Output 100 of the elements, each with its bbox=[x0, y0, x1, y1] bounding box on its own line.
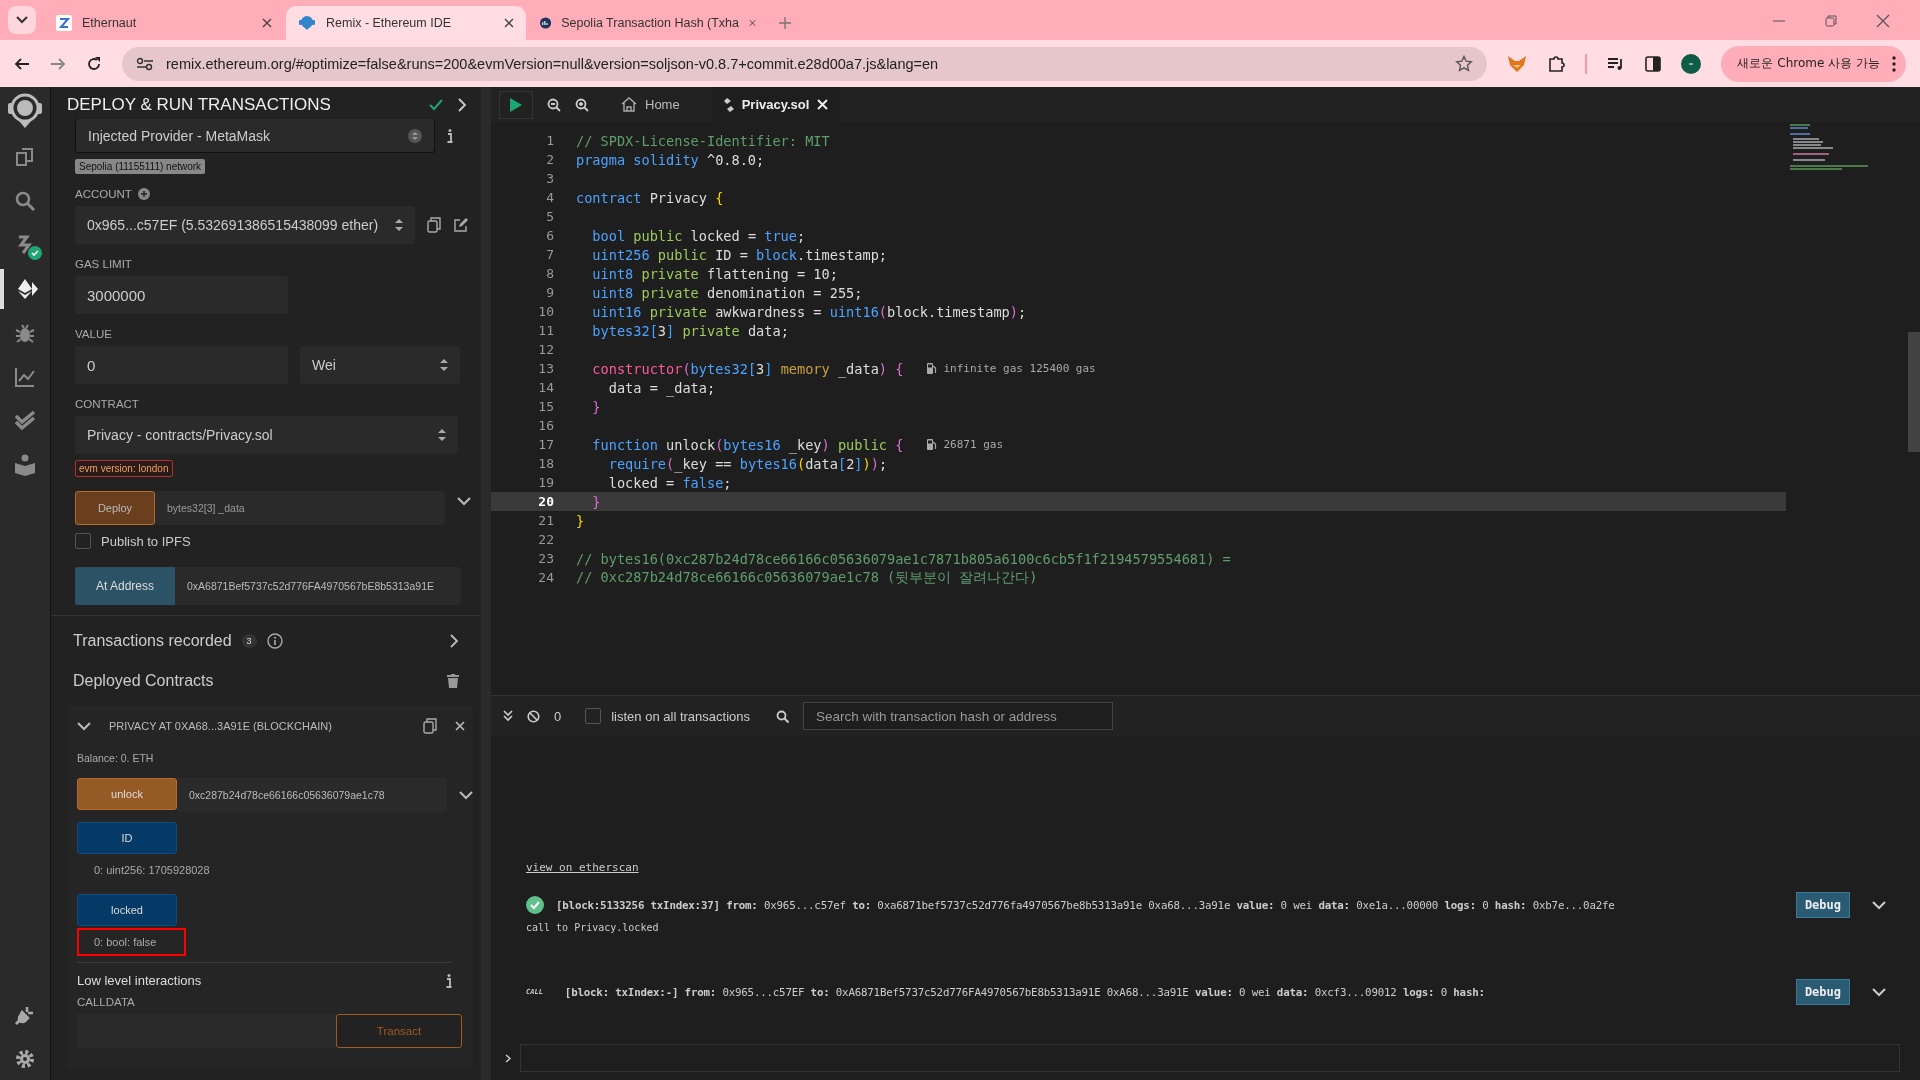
checkbox[interactable] bbox=[75, 533, 91, 549]
debug-button[interactable]: Debug bbox=[1795, 979, 1850, 1005]
field-label: GAS LIMIT bbox=[75, 258, 132, 270]
zoom-in-icon[interactable] bbox=[575, 97, 589, 112]
z-logo-icon bbox=[56, 15, 72, 31]
chevron-right-icon[interactable] bbox=[457, 98, 467, 112]
etherscan-link[interactable]: view on etherscan bbox=[526, 861, 639, 874]
balance-text: Balance: 0. ETH bbox=[77, 752, 154, 764]
avatar-icon[interactable] bbox=[1681, 53, 1702, 74]
collapse-icon[interactable] bbox=[503, 710, 513, 722]
code-line: uint16 private awkwardness = uint16(block.timestamp); bbox=[591, 303, 1027, 320]
browser-tab[interactable]: Remix - Ethereum IDE bbox=[286, 6, 526, 40]
chevron-right-icon[interactable] bbox=[449, 634, 459, 648]
puzzle-icon[interactable] bbox=[1547, 54, 1566, 73]
edit-icon[interactable] bbox=[453, 217, 469, 233]
zoom-out-icon[interactable] bbox=[547, 97, 561, 112]
sort-arrows-icon bbox=[395, 218, 403, 232]
deploy-button[interactable]: Deploy bbox=[75, 491, 155, 525]
back-icon[interactable] bbox=[14, 55, 30, 72]
plus-circle-icon[interactable] bbox=[137, 188, 150, 200]
close-icon[interactable] bbox=[504, 18, 514, 28]
unit-select[interactable]: Wei bbox=[300, 346, 460, 384]
trash-icon[interactable] bbox=[447, 674, 459, 688]
function-button[interactable]: ID bbox=[77, 822, 177, 854]
star-icon[interactable] bbox=[1455, 54, 1474, 73]
editor-tab[interactable]: Privacy.sol bbox=[711, 87, 841, 122]
code-line: function unlock(bytes16 _key) public { bbox=[591, 436, 904, 453]
chevron-down-icon[interactable] bbox=[1872, 900, 1886, 910]
argument-field[interactable]: 0xc287b24d78ce66166c05636079ae1c78 bbox=[177, 778, 447, 812]
plug-icon[interactable] bbox=[14, 1004, 36, 1026]
line-number: 8 bbox=[545, 266, 554, 281]
clear-icon[interactable] bbox=[527, 709, 540, 723]
info-icon[interactable] bbox=[447, 129, 453, 143]
code-line: require(_key == bytes16(data[2])); bbox=[607, 455, 888, 472]
section-title[interactable]: Transactions recorded bbox=[73, 632, 232, 650]
info-icon[interactable] bbox=[266, 633, 283, 649]
forward-icon[interactable] bbox=[50, 55, 66, 72]
line-number: 18 bbox=[537, 456, 554, 471]
chevron-down-icon[interactable] bbox=[459, 790, 473, 800]
reload-icon[interactable] bbox=[86, 55, 102, 72]
function-button[interactable]: unlock bbox=[77, 778, 177, 810]
function-button[interactable]: locked bbox=[77, 894, 177, 926]
address-field[interactable]: 0xA6871Bef5737c52d776FA4970567bE8b5313a91E bbox=[175, 567, 461, 605]
scrollbar[interactable] bbox=[1908, 332, 1920, 452]
settings-icon[interactable] bbox=[14, 1048, 36, 1070]
editor-tab[interactable]: Home bbox=[609, 87, 692, 122]
sort-arrows-icon bbox=[438, 428, 446, 442]
code-line: uint256 public ID = block.timestamp; bbox=[591, 246, 888, 263]
chart-circle-icon bbox=[540, 15, 552, 31]
field-label: CONTRACT bbox=[75, 398, 139, 410]
gas-limit-field[interactable]: 3000000 bbox=[75, 276, 288, 314]
sort-arrows-icon bbox=[440, 358, 448, 372]
tab-search-button[interactable] bbox=[8, 6, 36, 34]
constructor-args-field[interactable]: bytes32[3] _data bbox=[155, 491, 445, 525]
code-line: constructor(bytes32[3] memory _data) { bbox=[591, 360, 904, 377]
caret-icon bbox=[16, 16, 28, 24]
code-line: contract Privacy { bbox=[576, 189, 724, 206]
play-icon bbox=[509, 96, 523, 113]
line-number: 12 bbox=[537, 342, 554, 357]
code-line: // bytes16(0xc287b24d78ce66166c05636079ae1c7871b805a6100c6cb5f1f2194579554681) = bbox=[576, 550, 1231, 567]
line-number: 6 bbox=[545, 228, 554, 243]
browser-tab[interactable]: Sepolia Transaction Hash (Txha bbox=[528, 6, 768, 40]
account-select[interactable]: 0x965...c57EF (5.532691386515438099 ether) bbox=[75, 206, 415, 244]
at-address-button[interactable]: At Address bbox=[75, 567, 175, 605]
line-number: 9 bbox=[545, 285, 554, 300]
checkbox[interactable] bbox=[585, 708, 602, 724]
debug-button[interactable]: Debug bbox=[1795, 892, 1850, 918]
chevron-down-icon[interactable] bbox=[457, 496, 471, 506]
code-line: } bbox=[576, 512, 585, 529]
update-chrome-button[interactable]: 새로운 Chrome 사용 가능 bbox=[1721, 45, 1906, 82]
chevron-down-icon[interactable] bbox=[77, 721, 91, 731]
run-button[interactable] bbox=[499, 90, 533, 119]
calldata-field[interactable] bbox=[77, 1014, 336, 1048]
chevron-down-icon[interactable] bbox=[1872, 987, 1886, 997]
evm-version-badge: evm version: london bbox=[75, 460, 173, 477]
contract-select[interactable]: Privacy - contracts/Privacy.sol bbox=[75, 416, 458, 454]
line-number: 3 bbox=[545, 171, 554, 186]
book-reader-icon bbox=[13, 453, 37, 477]
line-number: 14 bbox=[537, 380, 554, 395]
search-field[interactable]: Search with transaction hash or address bbox=[803, 702, 1113, 730]
close-icon[interactable] bbox=[455, 721, 465, 731]
remix-logo-icon bbox=[298, 15, 316, 31]
count-badge: 3 bbox=[241, 634, 257, 648]
restore-icon[interactable] bbox=[1824, 14, 1838, 28]
copy-icon[interactable] bbox=[423, 718, 437, 734]
success-check-icon bbox=[526, 896, 544, 914]
prompt-icon bbox=[505, 1053, 512, 1063]
value-field[interactable]: 0 bbox=[75, 346, 288, 384]
check-badge-icon bbox=[28, 246, 42, 260]
site-settings-icon[interactable] bbox=[136, 56, 154, 71]
address-bar[interactable]: remix.ethereum.org/#optimize=false&runs=200&evmVersion=null&version=soljson-v0.8.7+commit.e28d00a7.js&lang=en bbox=[122, 46, 1488, 81]
copy-icon[interactable] bbox=[427, 217, 441, 233]
browser-tab[interactable]: Ethernaut bbox=[44, 6, 284, 40]
environment-select[interactable]: Injected Provider - MetaMask bbox=[75, 119, 435, 153]
side-panel-icon[interactable] bbox=[1645, 55, 1662, 72]
instance-title[interactable]: PRIVACY AT 0XA68...3A91E (BLOCKCHAIN) bbox=[109, 720, 332, 732]
diamond-arrow-icon bbox=[15, 277, 39, 301]
line-number: 13 bbox=[537, 361, 554, 376]
more-icon[interactable] bbox=[1892, 55, 1896, 72]
info-icon[interactable] bbox=[446, 973, 452, 988]
